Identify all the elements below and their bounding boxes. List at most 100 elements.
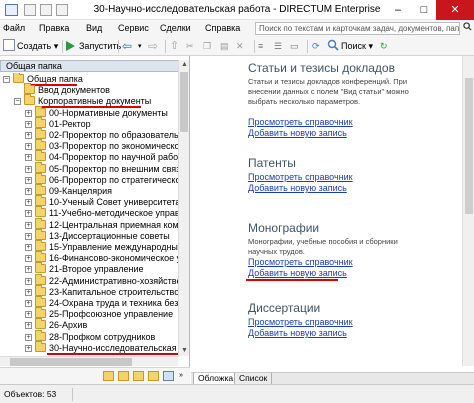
folder-pane-toolbar: » xyxy=(0,367,190,384)
content-vertical-scrollbar[interactable] xyxy=(462,56,474,366)
expand-icon[interactable]: + xyxy=(25,109,32,117)
run-label: Запустить xyxy=(79,41,122,51)
toolbar: Создать ▾ Запустить ⇦ ▾ ⇨ ⇧ ✂ ❐ ▤ ✕ ≡ ☰ … xyxy=(0,37,474,56)
expand-icon[interactable]: + xyxy=(25,322,32,330)
print-icon[interactable]: ▭ xyxy=(290,39,299,54)
folder-tree: − Общая папка Ввод документов − Корпоративны… xyxy=(0,73,178,356)
section-description: Монографии, учебные пособия и сборники н… xyxy=(248,237,398,256)
folder-pane-header: Общая папка xyxy=(0,60,189,72)
search-folder-icon[interactable] xyxy=(133,371,144,381)
expand-icon[interactable]: + xyxy=(25,344,32,352)
folder-icon[interactable] xyxy=(103,371,114,381)
scroll-up-icon[interactable]: ▲ xyxy=(179,60,190,70)
search-button-icon xyxy=(327,39,339,51)
list-icon[interactable]: ☰ xyxy=(274,39,282,54)
tree-item[interactable]: +30-Научно-исследовательская работа xyxy=(0,340,178,355)
menu-file[interactable]: Файл xyxy=(3,22,25,35)
up-folder-icon[interactable]: ⇧ xyxy=(170,39,179,54)
folder-icon xyxy=(35,240,46,251)
search-button[interactable]: Поиск ▾ xyxy=(327,39,373,54)
expand-icon[interactable]: + xyxy=(25,221,32,229)
add-record-link[interactable]: Добавить новую запись xyxy=(248,128,347,138)
expand-icon[interactable]: + xyxy=(25,266,32,274)
cut-icon[interactable]: ✂ xyxy=(186,39,194,54)
expand-icon[interactable]: + xyxy=(25,288,32,296)
properties-icon[interactable]: ≡ xyxy=(258,39,263,54)
view-reference-link[interactable]: Просмотреть справочник xyxy=(248,117,353,127)
expand-icon[interactable]: + xyxy=(25,188,32,195)
expand-icon[interactable]: + xyxy=(25,176,32,184)
create-button[interactable]: Создать ▾ xyxy=(3,39,58,54)
folder-icon xyxy=(35,206,46,218)
delete-icon[interactable]: ✕ xyxy=(236,39,244,54)
expand-icon[interactable]: + xyxy=(25,154,32,162)
folder-icon xyxy=(35,251,46,263)
expand-icon[interactable]: + xyxy=(25,255,32,263)
view-reference-link[interactable]: Просмотреть справочник xyxy=(248,317,353,327)
menu-service[interactable]: Сервис xyxy=(118,22,149,35)
refresh-icon[interactable]: ⟳ xyxy=(312,39,320,54)
tree-hscroll-thumb[interactable] xyxy=(10,358,132,366)
folder-icon xyxy=(35,340,46,352)
view-reference-link[interactable]: Просмотреть справочник xyxy=(248,172,353,182)
expand-icon[interactable]: + xyxy=(25,277,32,285)
expand-icon[interactable]: + xyxy=(25,165,32,173)
run-icon xyxy=(66,41,75,51)
close-button[interactable]: ✕ xyxy=(436,0,474,20)
more-chevron-icon[interactable]: » xyxy=(179,372,183,379)
expand-icon[interactable]: + xyxy=(25,210,32,218)
maximize-button[interactable]: □ xyxy=(412,0,436,20)
copy-icon[interactable]: ❐ xyxy=(203,39,211,54)
expand-icon[interactable]: + xyxy=(25,120,32,128)
run-button[interactable]: Запустить xyxy=(66,39,121,54)
menu-help[interactable]: Справка xyxy=(205,22,240,35)
folder-icon xyxy=(35,228,46,240)
toolbar-separator xyxy=(165,40,166,53)
computer-folder-icon[interactable] xyxy=(163,371,174,381)
menu-view[interactable]: Вид xyxy=(86,22,102,35)
favorites-folder-icon[interactable] xyxy=(118,371,129,381)
collapse-icon[interactable]: − xyxy=(14,98,21,106)
tree-horizontal-scrollbar[interactable] xyxy=(0,356,178,366)
create-label: Создать xyxy=(17,41,52,51)
expand-icon[interactable]: + xyxy=(25,199,32,207)
folder-icon xyxy=(35,184,46,195)
search-icon[interactable] xyxy=(462,22,473,35)
expand-icon[interactable]: + xyxy=(25,333,32,341)
highlight-underline xyxy=(47,352,178,355)
content-pane: Статьи и тезисы докладов Статьи и тезисы … xyxy=(191,56,474,385)
paste-icon[interactable]: ▤ xyxy=(220,39,229,54)
folder-icon xyxy=(35,105,46,117)
add-record-link[interactable]: Добавить новую запись xyxy=(248,183,347,193)
add-record-link[interactable]: Добавить новую запись xyxy=(248,328,347,338)
menu-edit[interactable]: Правка xyxy=(39,22,69,35)
forward-arrow-icon[interactable]: ⇨ xyxy=(148,39,158,54)
expand-icon[interactable]: + xyxy=(25,132,32,139)
shared-folder-icon[interactable] xyxy=(148,371,159,381)
sync-icon[interactable]: ↻ xyxy=(380,39,388,54)
global-search-input[interactable]: Поиск по текстам и карточкам задач, доку… xyxy=(255,22,460,35)
view-reference-link[interactable]: Просмотреть справочник xyxy=(248,257,353,267)
add-record-link[interactable]: Добавить новую запись xyxy=(248,268,347,278)
folder-icon xyxy=(35,161,46,173)
expand-icon[interactable]: + xyxy=(25,232,32,240)
content-scroll-thumb[interactable] xyxy=(465,78,473,214)
folder-icon xyxy=(35,318,46,330)
tree-scroll-thumb[interactable] xyxy=(180,72,188,132)
folder-tree-pane: Общая папка × −Общая папкаВвод документо… xyxy=(0,56,190,384)
back-dropdown-icon[interactable]: ▾ xyxy=(138,39,142,54)
menu-deals[interactable]: Сделки xyxy=(160,22,191,35)
expand-icon[interactable]: + xyxy=(25,244,32,251)
toolbar-separator xyxy=(307,40,308,53)
minimize-button[interactable]: – xyxy=(386,0,410,20)
folder-icon xyxy=(35,150,46,162)
collapse-icon[interactable]: − xyxy=(3,76,10,83)
expand-icon[interactable]: + xyxy=(25,311,32,319)
toolbar-separator xyxy=(62,40,63,53)
scroll-down-icon[interactable]: ▼ xyxy=(179,346,190,356)
expand-icon[interactable]: + xyxy=(25,300,32,307)
back-arrow-icon[interactable]: ⇦ xyxy=(122,39,132,54)
expand-icon[interactable]: + xyxy=(25,143,32,151)
tree-vertical-scrollbar[interactable]: ▲ ▼ xyxy=(178,60,189,356)
highlight-underline xyxy=(246,279,338,281)
